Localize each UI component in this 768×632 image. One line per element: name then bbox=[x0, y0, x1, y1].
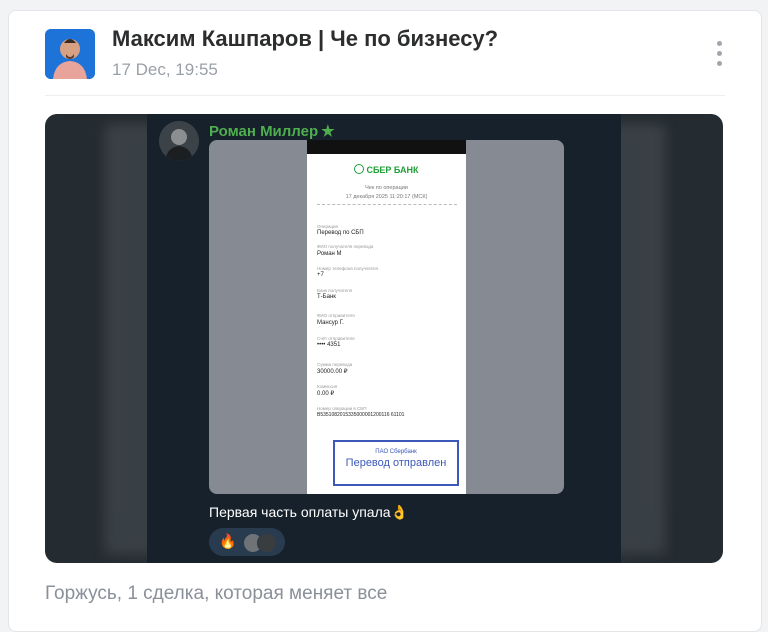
receipt-title: Чек по операции bbox=[365, 185, 408, 191]
receipt-field-value: •••• 4351 bbox=[317, 342, 341, 348]
post-date[interactable]: 17 Dec, 19:55 bbox=[112, 60, 218, 80]
post-author-title[interactable]: Максим Кашпаров | Че по бизнесу? bbox=[112, 26, 498, 52]
receipt-field-label: Номер телефона получателя bbox=[317, 266, 378, 271]
header-divider bbox=[45, 95, 725, 96]
post-card: Максим Кашпаров | Че по бизнесу? 17 Dec,… bbox=[8, 10, 762, 632]
more-vertical-icon[interactable] bbox=[715, 41, 723, 67]
receipt-field-label: Номер операции в СБП bbox=[317, 406, 367, 411]
chat-screenshot: Роман Миллер ★ СБЕР БАНК Чек по операции … bbox=[147, 114, 621, 563]
receipt-field-label: Комиссия bbox=[317, 384, 338, 389]
receipt-stamp: ПАО Сбербанк Перевод отправлен bbox=[333, 440, 459, 486]
fire-icon: 🔥 bbox=[219, 533, 237, 549]
receipt-photo: СБЕР БАНК Чек по операции 17 декабря 202… bbox=[209, 140, 564, 494]
receipt-field-value: Т-Банк bbox=[317, 294, 336, 300]
sender-avatar bbox=[159, 121, 199, 161]
star-icon: ★ bbox=[321, 123, 335, 140]
receipt-field-label: Счёт отправителя bbox=[317, 336, 355, 341]
receipt: СБЕР БАНК Чек по операции 17 декабря 202… bbox=[307, 140, 466, 494]
stamp-text: Перевод отправлен bbox=[345, 457, 447, 469]
receipt-field-label: Операция bbox=[317, 224, 338, 229]
sber-logo: СБЕР БАНК bbox=[307, 164, 466, 175]
message-caption: Первая часть оплаты упала👌 bbox=[209, 504, 408, 520]
receipt-field-value: B5351082015335000001200116 61101 bbox=[317, 412, 405, 418]
receipt-field-value: Мансур Г. bbox=[317, 320, 344, 326]
reaction-chip: 🔥 bbox=[209, 528, 285, 556]
receipt-field-value: 30000.00 ₽ bbox=[317, 369, 348, 375]
post-image[interactable]: Роман Миллер ★ СБЕР БАНК Чек по операции … bbox=[45, 114, 723, 563]
receipt-divider bbox=[317, 204, 457, 205]
author-avatar[interactable] bbox=[45, 29, 95, 79]
receipt-field-value: Перевод по СБП bbox=[317, 230, 364, 236]
post-text: Горжусь, 1 сделка, которая меняет все bbox=[45, 583, 388, 604]
sender-name: Роман Миллер ★ bbox=[209, 123, 335, 140]
receipt-datetime: 17 декабря 2025 11:20:17 (МСК) bbox=[345, 194, 428, 200]
receipt-field-label: Сумма перевода bbox=[317, 362, 353, 367]
receipt-field-label: ФИО отправителя bbox=[317, 313, 355, 318]
reactor-avatar bbox=[257, 533, 277, 553]
receipt-field-value: Роман М bbox=[317, 251, 342, 257]
stamp-org: ПАО Сбербанк bbox=[375, 449, 417, 455]
receipt-field-label: Банк получателя bbox=[317, 288, 353, 293]
receipt-field-value: 0.00 ₽ bbox=[317, 391, 335, 397]
receipt-field-value: +7 bbox=[317, 272, 324, 278]
receipt-field-label: ФИО получателя перевода bbox=[317, 244, 374, 249]
receipt-top-bar bbox=[307, 140, 466, 154]
check-circle-icon bbox=[354, 164, 365, 174]
